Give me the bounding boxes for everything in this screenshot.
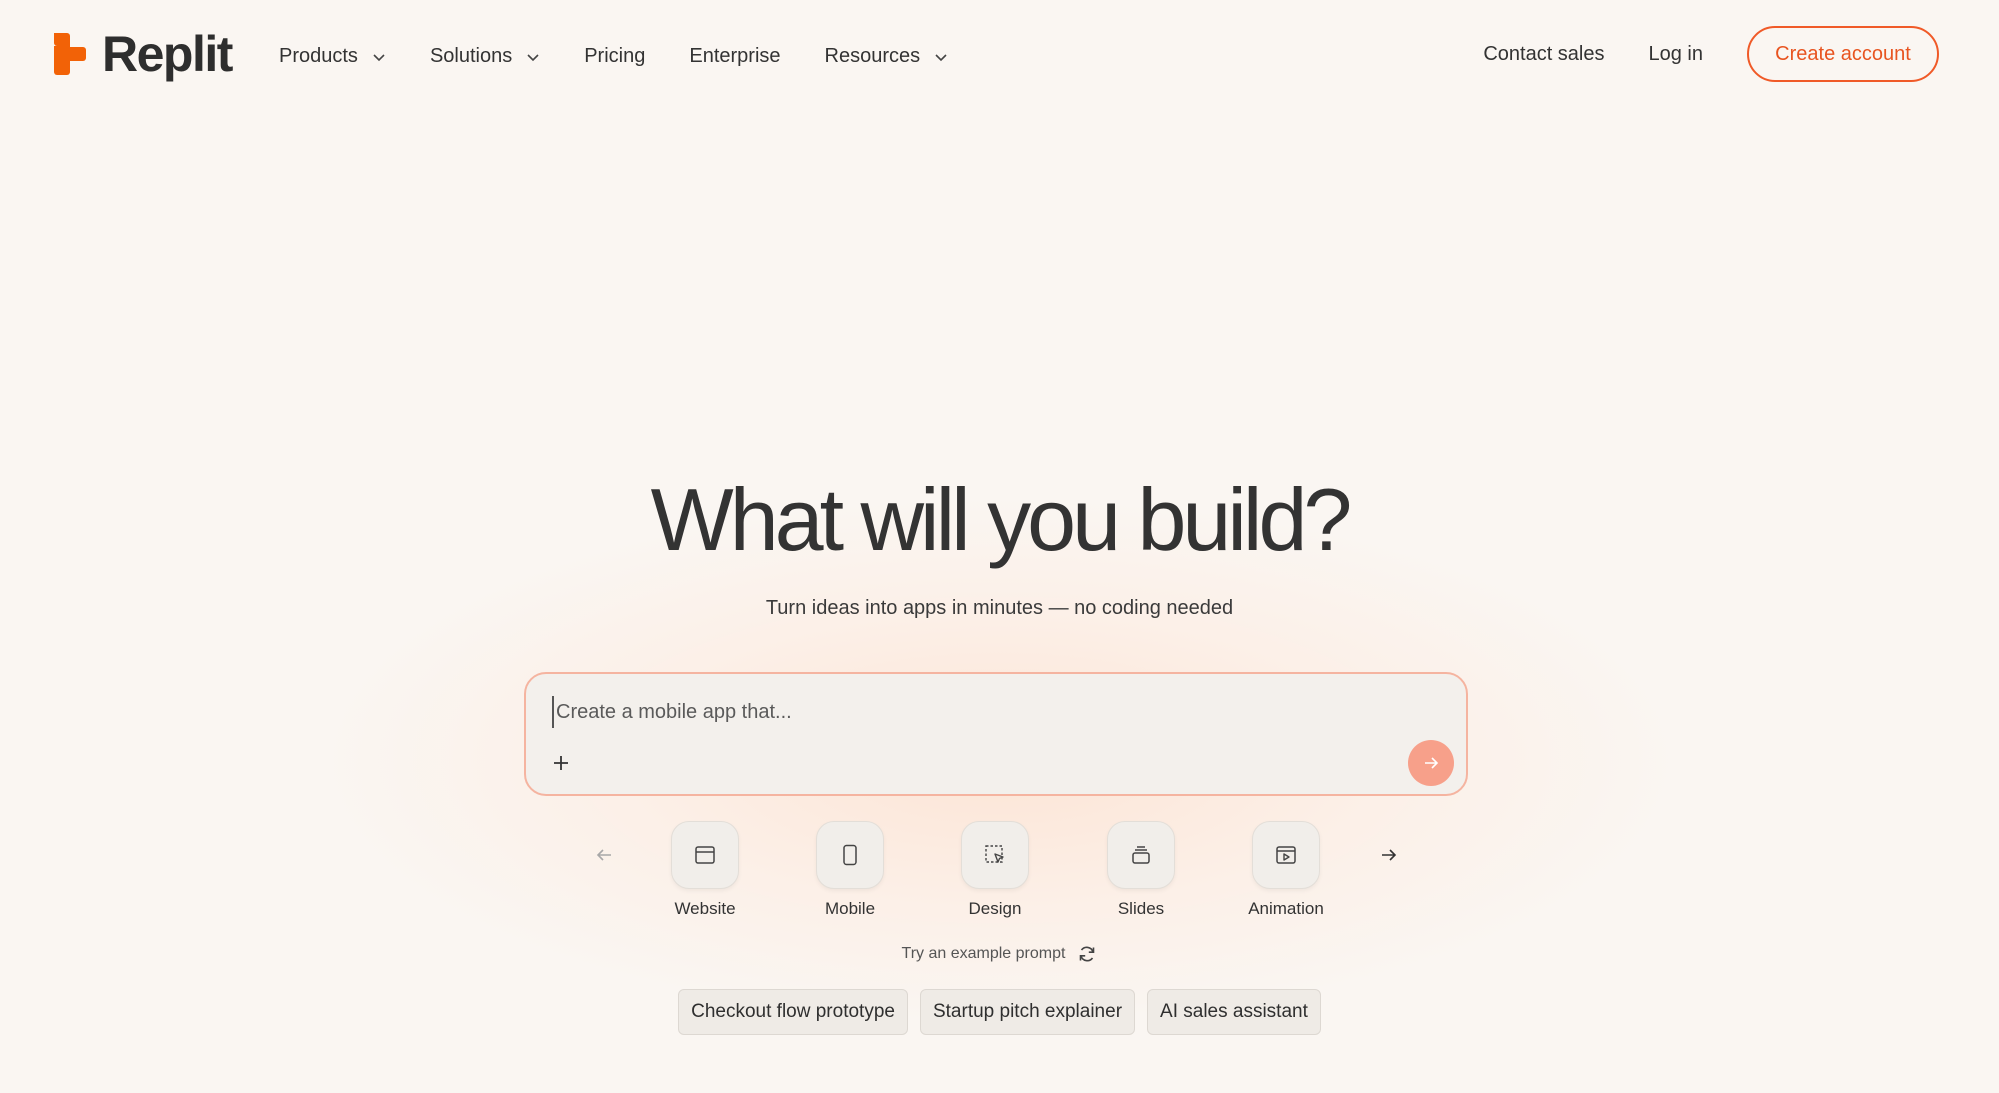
- type-option-slides[interactable]: Slides: [1086, 821, 1196, 921]
- chevron-down-icon: [527, 54, 539, 62]
- type-label: Animation: [1248, 899, 1324, 918]
- replit-logo[interactable]: Replit: [52, 26, 233, 82]
- scroll-right-button[interactable]: [1374, 840, 1404, 870]
- plus-icon: [554, 756, 568, 770]
- select-cursor-icon: [985, 845, 1004, 863]
- example-prompt-chips: Checkout flow prototype Startup pitch ex…: [0, 989, 1999, 1035]
- type-icon-box: [816, 821, 884, 889]
- create-account-button[interactable]: Create account: [1747, 26, 1939, 82]
- refresh-icon[interactable]: [1077, 944, 1097, 964]
- prompt-box: [524, 672, 1468, 796]
- nav-item-label: Resources: [824, 44, 921, 67]
- type-icon-box: [1252, 821, 1320, 889]
- browser-window-icon: [695, 846, 715, 864]
- contact-sales-link[interactable]: Contact sales: [1483, 43, 1604, 66]
- example-chip[interactable]: AI sales assistant: [1147, 989, 1321, 1035]
- nav-item-label: Pricing: [584, 44, 646, 67]
- type-label: Slides: [1117, 899, 1165, 918]
- nav-item-label: Products: [279, 44, 358, 67]
- example-chip[interactable]: Startup pitch explainer: [919, 989, 1136, 1035]
- site-header: Replit Products Solutions Pricing Enterp…: [0, 0, 1999, 110]
- nav-item-label: Enterprise: [689, 44, 781, 67]
- prompt-input[interactable]: [552, 696, 1418, 728]
- chevron-down-icon: [935, 54, 947, 62]
- log-in-link[interactable]: Log in: [1649, 43, 1704, 66]
- nav-item-resources[interactable]: Resources: [825, 38, 949, 74]
- stacked-slides-icon: [1132, 846, 1150, 864]
- type-icon-box: [1107, 821, 1175, 889]
- attach-button[interactable]: [546, 748, 576, 778]
- example-prompt-heading: Try an example prompt: [901, 945, 1066, 962]
- arrow-right-icon: [1425, 757, 1439, 769]
- chevron-down-icon: [373, 54, 385, 62]
- type-label: Website: [674, 899, 736, 918]
- account-nav: Contact sales Log in Create account: [1483, 26, 1939, 82]
- example-chip[interactable]: Checkout flow prototype: [678, 989, 908, 1035]
- nav-item-solutions[interactable]: Solutions: [430, 38, 540, 74]
- type-label: Mobile: [824, 899, 876, 918]
- hero-subtitle: Turn ideas into apps in minutes — no cod…: [765, 597, 1234, 619]
- nav-item-label: Solutions: [429, 44, 513, 67]
- replit-logo-icon: [54, 33, 86, 75]
- arrow-right-icon: [1382, 849, 1397, 861]
- nav-item-enterprise[interactable]: Enterprise: [689, 38, 780, 74]
- nav-item-pricing[interactable]: Pricing: [584, 38, 645, 74]
- phone-icon: [843, 844, 857, 866]
- primary-nav: Products Solutions Pricing Enterprise Re…: [279, 38, 992, 74]
- play-window-icon: [1276, 846, 1296, 864]
- type-icon-box: [671, 821, 739, 889]
- type-icon-box: [961, 821, 1029, 889]
- type-option-animation[interactable]: Animation: [1231, 821, 1341, 921]
- example-prompt-heading-row: Try an example prompt: [0, 944, 1999, 964]
- type-option-mobile[interactable]: Mobile: [795, 821, 905, 921]
- type-label: Design: [968, 899, 1022, 918]
- send-button[interactable]: [1408, 740, 1454, 786]
- type-option-website[interactable]: Website: [650, 821, 760, 921]
- arrow-left-icon: [596, 849, 611, 861]
- type-option-design[interactable]: Design: [940, 821, 1050, 921]
- hero-title: What will you build?: [650, 470, 1353, 569]
- replit-wordmark: Replit: [102, 26, 233, 82]
- scroll-left-button[interactable]: [589, 840, 619, 870]
- nav-item-products[interactable]: Products: [279, 38, 386, 74]
